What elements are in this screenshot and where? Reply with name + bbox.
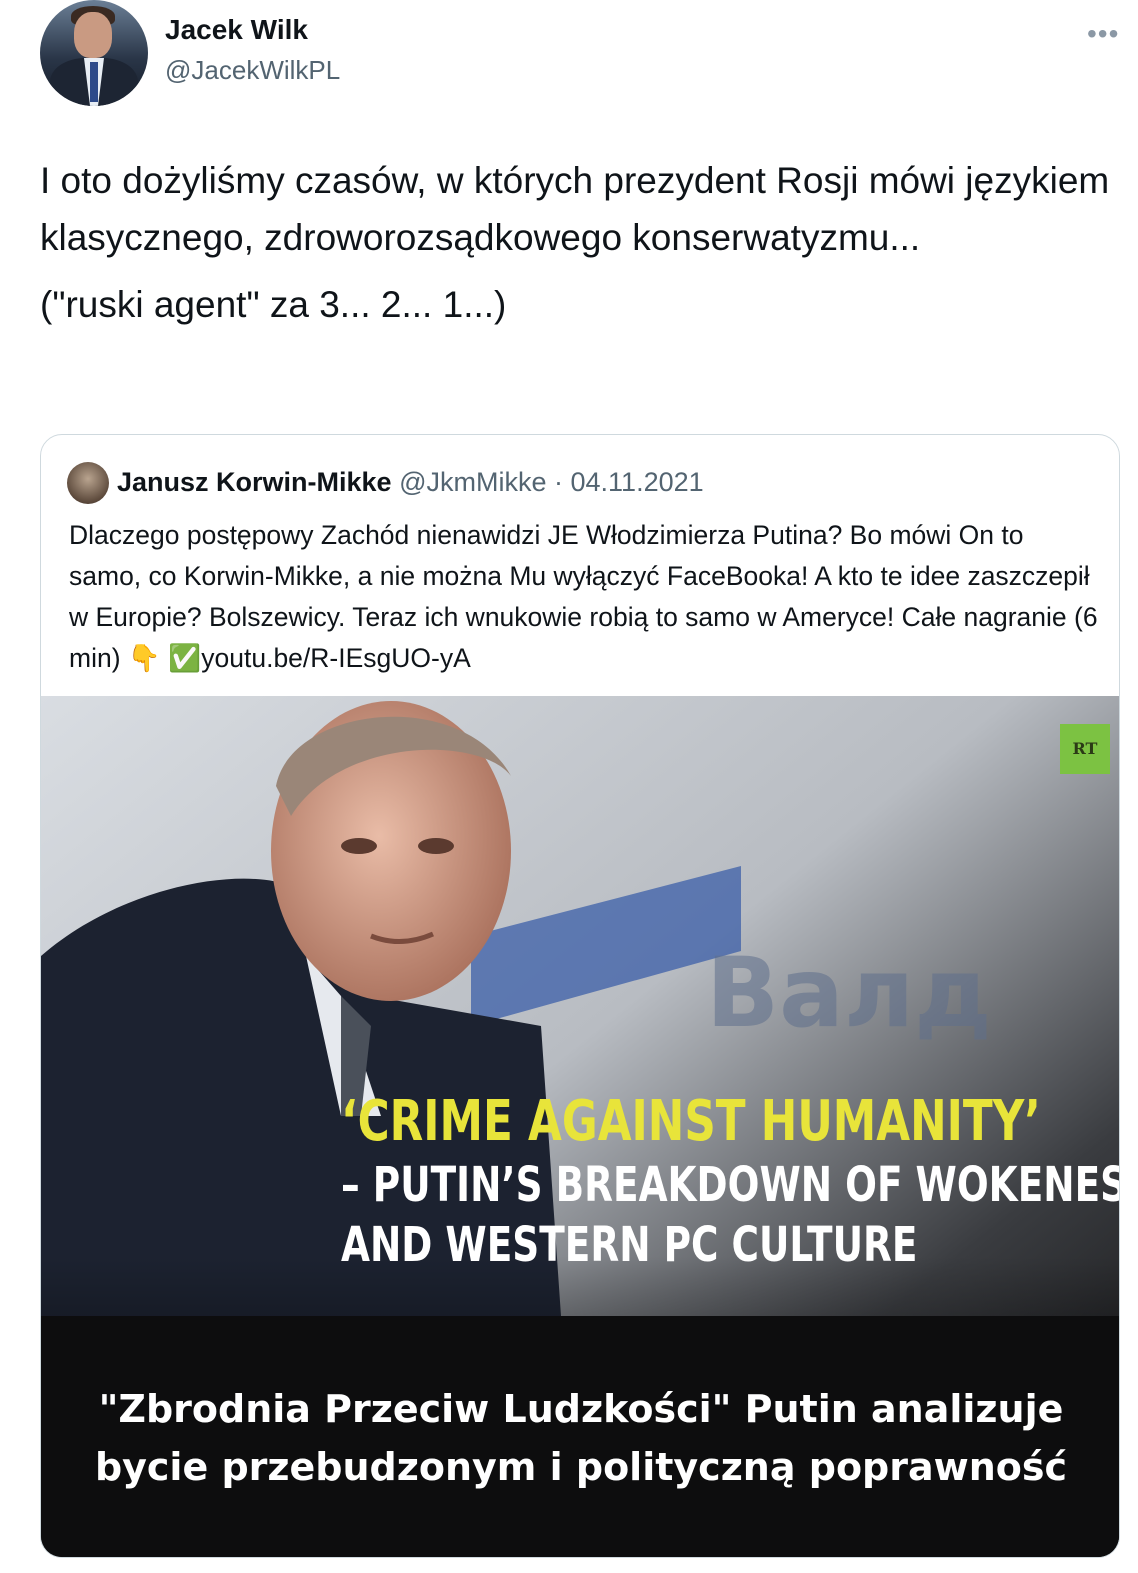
quoted-author-avatar[interactable]: [67, 462, 109, 504]
caption-line-1: "Zbrodnia Przeciw Ludzkości" Putin anali…: [98, 1387, 1064, 1431]
headline-line-3: AND WESTERN PC CULTURE: [341, 1217, 918, 1273]
thumbnail-caption: "Zbrodnia Przeciw Ludzkości" Putin anali…: [41, 1380, 1119, 1496]
quoted-tweet[interactable]: Janusz Korwin-Mikke @JkmMikke · 04.11.20…: [40, 434, 1120, 1558]
thumbnail-headline: ‘CRIME AGAINST HUMANITY’ – PUTIN’S BREAK…: [341, 1089, 1120, 1275]
quoted-text: Dlaczego postępowy Zachód nienawidzi JE …: [69, 515, 1099, 679]
rt-logo: RT: [1060, 724, 1110, 774]
author-name[interactable]: Jacek Wilk: [165, 14, 308, 46]
video-thumbnail[interactable]: Валд RT ‘CRIME AGAINST HUMANITY’ – PUTIN…: [41, 696, 1120, 1557]
quoted-separator: ·: [554, 467, 563, 497]
quoted-date[interactable]: 04.11.2021: [571, 467, 704, 497]
avatar-tie: [90, 62, 98, 102]
more-horizontal-icon[interactable]: •••: [1087, 18, 1119, 50]
quoted-author-handle[interactable]: @JkmMikke: [399, 467, 546, 497]
tweet-text: I oto dożyliśmy czasów, w których prezyd…: [40, 152, 1110, 333]
background-sign-text: Валд: [706, 937, 992, 1049]
headline-line-1: ‘CRIME AGAINST HUMANITY’: [341, 1089, 1041, 1154]
author-handle[interactable]: @JacekWilkPL: [165, 55, 340, 86]
quoted-header: Janusz Korwin-Mikke @JkmMikke · 04.11.20…: [117, 467, 704, 498]
tweet-paragraph-1: I oto dożyliśmy czasów, w których prezyd…: [40, 160, 1110, 258]
quoted-author-name[interactable]: Janusz Korwin-Mikke: [117, 467, 392, 497]
author-avatar[interactable]: [40, 0, 148, 106]
tweet-paragraph-2: ("ruski agent" za 3... 2... 1...): [40, 284, 507, 325]
avatar-face: [74, 12, 112, 58]
caption-line-2: bycie przebudzonym i polityczną poprawno…: [94, 1445, 1068, 1489]
quoted-link[interactable]: youtu.be/R-IEsgUO-yA: [201, 643, 471, 673]
headline-line-2: – PUTIN’S BREAKDOWN OF WOKENESS: [341, 1157, 1120, 1213]
